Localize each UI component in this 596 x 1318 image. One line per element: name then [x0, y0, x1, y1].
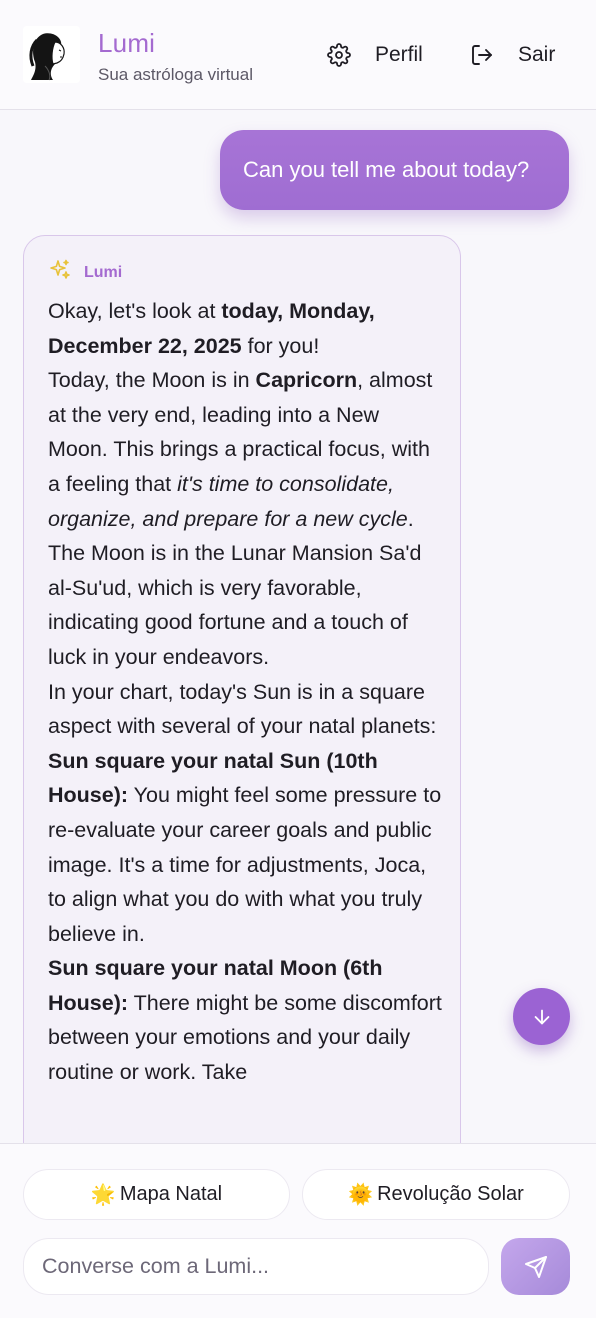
avatar [23, 26, 80, 83]
exit-button[interactable]: Sair [470, 38, 555, 72]
send-button[interactable] [501, 1238, 570, 1295]
logout-icon [470, 43, 494, 67]
arrow-down-icon [534, 1009, 549, 1024]
chat-input[interactable] [23, 1238, 489, 1295]
scroll-to-bottom-button[interactable] [513, 988, 570, 1045]
message-text: for you! [241, 333, 320, 358]
profile-button[interactable]: Perfil [327, 38, 423, 72]
message-text: You might feel some pressure to re-evalu… [48, 783, 442, 946]
profile-label: Perfil [375, 43, 423, 66]
natal-chart-label: Mapa Natal [119, 1183, 223, 1205]
glowing-star-icon: 🌟 [90, 1184, 116, 1206]
natal-chart-button[interactable]: 🌟 Mapa Natal [23, 1169, 290, 1220]
message-paragraph: Okay, let's look at today, Monday, Decem… [48, 294, 444, 363]
solar-return-button[interactable]: 🌞 Revolução Solar [302, 1169, 570, 1220]
message-paragraph: In your chart, today's Sun is in a squar… [48, 679, 437, 739]
lumi-portrait-icon [23, 26, 80, 83]
user-message: Can you tell me about today? [220, 130, 569, 210]
message-sign: Capricorn [255, 368, 358, 393]
exit-label: Sair [518, 43, 556, 66]
assistant-header: Lumi [48, 258, 122, 287]
brand-subtitle: Sua astróloga virtual [98, 65, 253, 84]
app-root: Lumi Sua astróloga virtual Perfil Sair C… [0, 0, 596, 1318]
message-paragraph: Sun square your natal Sun (10th House): … [48, 744, 444, 952]
chat-area[interactable]: Can you tell me about today? Lumi Okay, … [0, 111, 596, 1143]
solar-return-label: Revolução Solar [377, 1183, 524, 1205]
message-text: Okay, let's look at [48, 299, 222, 323]
sun-icon: 🌞 [348, 1184, 374, 1206]
message-paragraph: Sun square your natal Moon (6th House): … [48, 951, 444, 1089]
assistant-message-body: Okay, let's look at today, Monday, Decem… [48, 294, 444, 1090]
assistant-message: Lumi Okay, let's look at today, Monday, … [23, 235, 461, 1143]
assistant-name: Lumi [84, 263, 123, 281]
message-text: Today, the Moon is in [48, 368, 256, 393]
header: Lumi Sua astróloga virtual Perfil Sair [0, 0, 596, 110]
send-icon [524, 1255, 547, 1278]
gear-icon [327, 43, 351, 67]
message-paragraph: Today, the Moon is in Capricorn, almost … [48, 363, 444, 674]
footer: 🌟 Mapa Natal 🌞 Revolução Solar [0, 1143, 596, 1318]
brand-name: Lumi [98, 28, 156, 58]
sparkle-icon [48, 258, 72, 287]
